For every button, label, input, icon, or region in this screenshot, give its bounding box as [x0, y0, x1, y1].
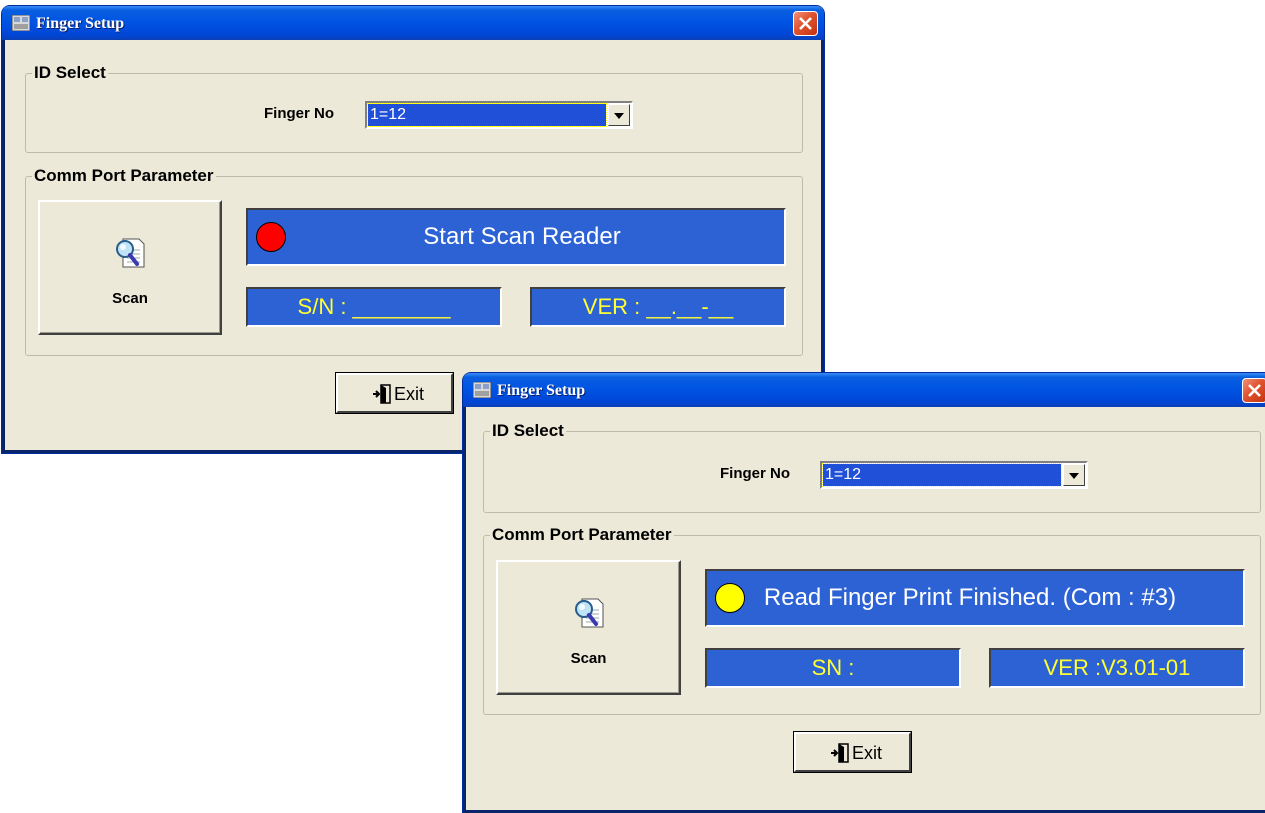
- window-title: Finger Setup: [36, 15, 125, 32]
- comm-port-legend: Comm Port Parameter: [32, 166, 216, 186]
- chevron-down-icon: [614, 113, 624, 119]
- scan-magnifier-icon: [116, 238, 145, 268]
- status-indicator-yellow: [715, 583, 745, 613]
- id-select-legend: ID Select: [490, 421, 566, 441]
- title-bar[interactable]: Finger Setup: [463, 373, 1265, 407]
- close-button[interactable]: [1242, 378, 1265, 403]
- app-icon: [12, 15, 30, 31]
- close-icon: [799, 17, 812, 30]
- scan-button[interactable]: Scan: [496, 560, 681, 695]
- chevron-down-icon: [1069, 473, 1079, 479]
- version-field: VER : __.__-__: [530, 287, 786, 327]
- finger-setup-window-2: Finger Setup ID Select Finger No 1=12 Co…: [463, 373, 1265, 813]
- exit-label: Exit: [394, 384, 425, 404]
- close-button[interactable]: [793, 11, 818, 36]
- app-icon: [473, 382, 491, 398]
- exit-label: Exit: [852, 743, 883, 763]
- finger-no-select[interactable]: 1=12: [365, 101, 633, 129]
- id-select-legend: ID Select: [32, 63, 108, 83]
- finger-no-value: 1=12: [822, 463, 1062, 487]
- finger-no-select[interactable]: 1=12: [820, 461, 1088, 489]
- exit-button[interactable]: Exit: [794, 732, 911, 772]
- window-title: Finger Setup: [497, 382, 586, 399]
- exit-door-icon: [831, 743, 849, 763]
- scan-magnifier-icon: [574, 598, 603, 628]
- finger-no-label: Finger No: [264, 105, 334, 122]
- serial-number-field: S/N : ________: [246, 287, 502, 327]
- id-select-group: ID Select Finger No 1=12: [25, 63, 803, 153]
- title-bar[interactable]: Finger Setup: [2, 6, 824, 40]
- finger-no-value: 1=12: [367, 103, 607, 127]
- client-area: ID Select Finger No 1=12 Comm Port Param…: [466, 407, 1265, 810]
- exit-button[interactable]: Exit: [336, 373, 453, 413]
- scan-label: Scan: [570, 650, 607, 667]
- comm-port-legend: Comm Port Parameter: [490, 525, 674, 545]
- status-panel: Start Scan Reader: [246, 208, 786, 266]
- dropdown-button[interactable]: [608, 104, 630, 126]
- scan-button[interactable]: Scan: [38, 200, 222, 335]
- version-field: VER :V3.01-01: [989, 648, 1245, 688]
- finger-no-label: Finger No: [720, 465, 790, 482]
- scan-label: Scan: [112, 290, 148, 307]
- status-text: Read Finger Print Finished. (Com : #3): [763, 584, 1177, 611]
- status-text: Start Scan Reader: [423, 223, 621, 250]
- exit-door-icon: [373, 384, 391, 404]
- dropdown-button[interactable]: [1063, 464, 1085, 486]
- comm-port-group: Comm Port Parameter Scan Start Scan Read…: [25, 166, 803, 356]
- status-panel: Read Finger Print Finished. (Com : #3): [705, 569, 1245, 627]
- serial-number-field: SN :: [705, 648, 961, 688]
- comm-port-group: Comm Port Parameter Scan Read Finger Pri…: [483, 525, 1261, 715]
- id-select-group: ID Select Finger No 1=12: [483, 421, 1261, 513]
- close-icon: [1248, 384, 1261, 397]
